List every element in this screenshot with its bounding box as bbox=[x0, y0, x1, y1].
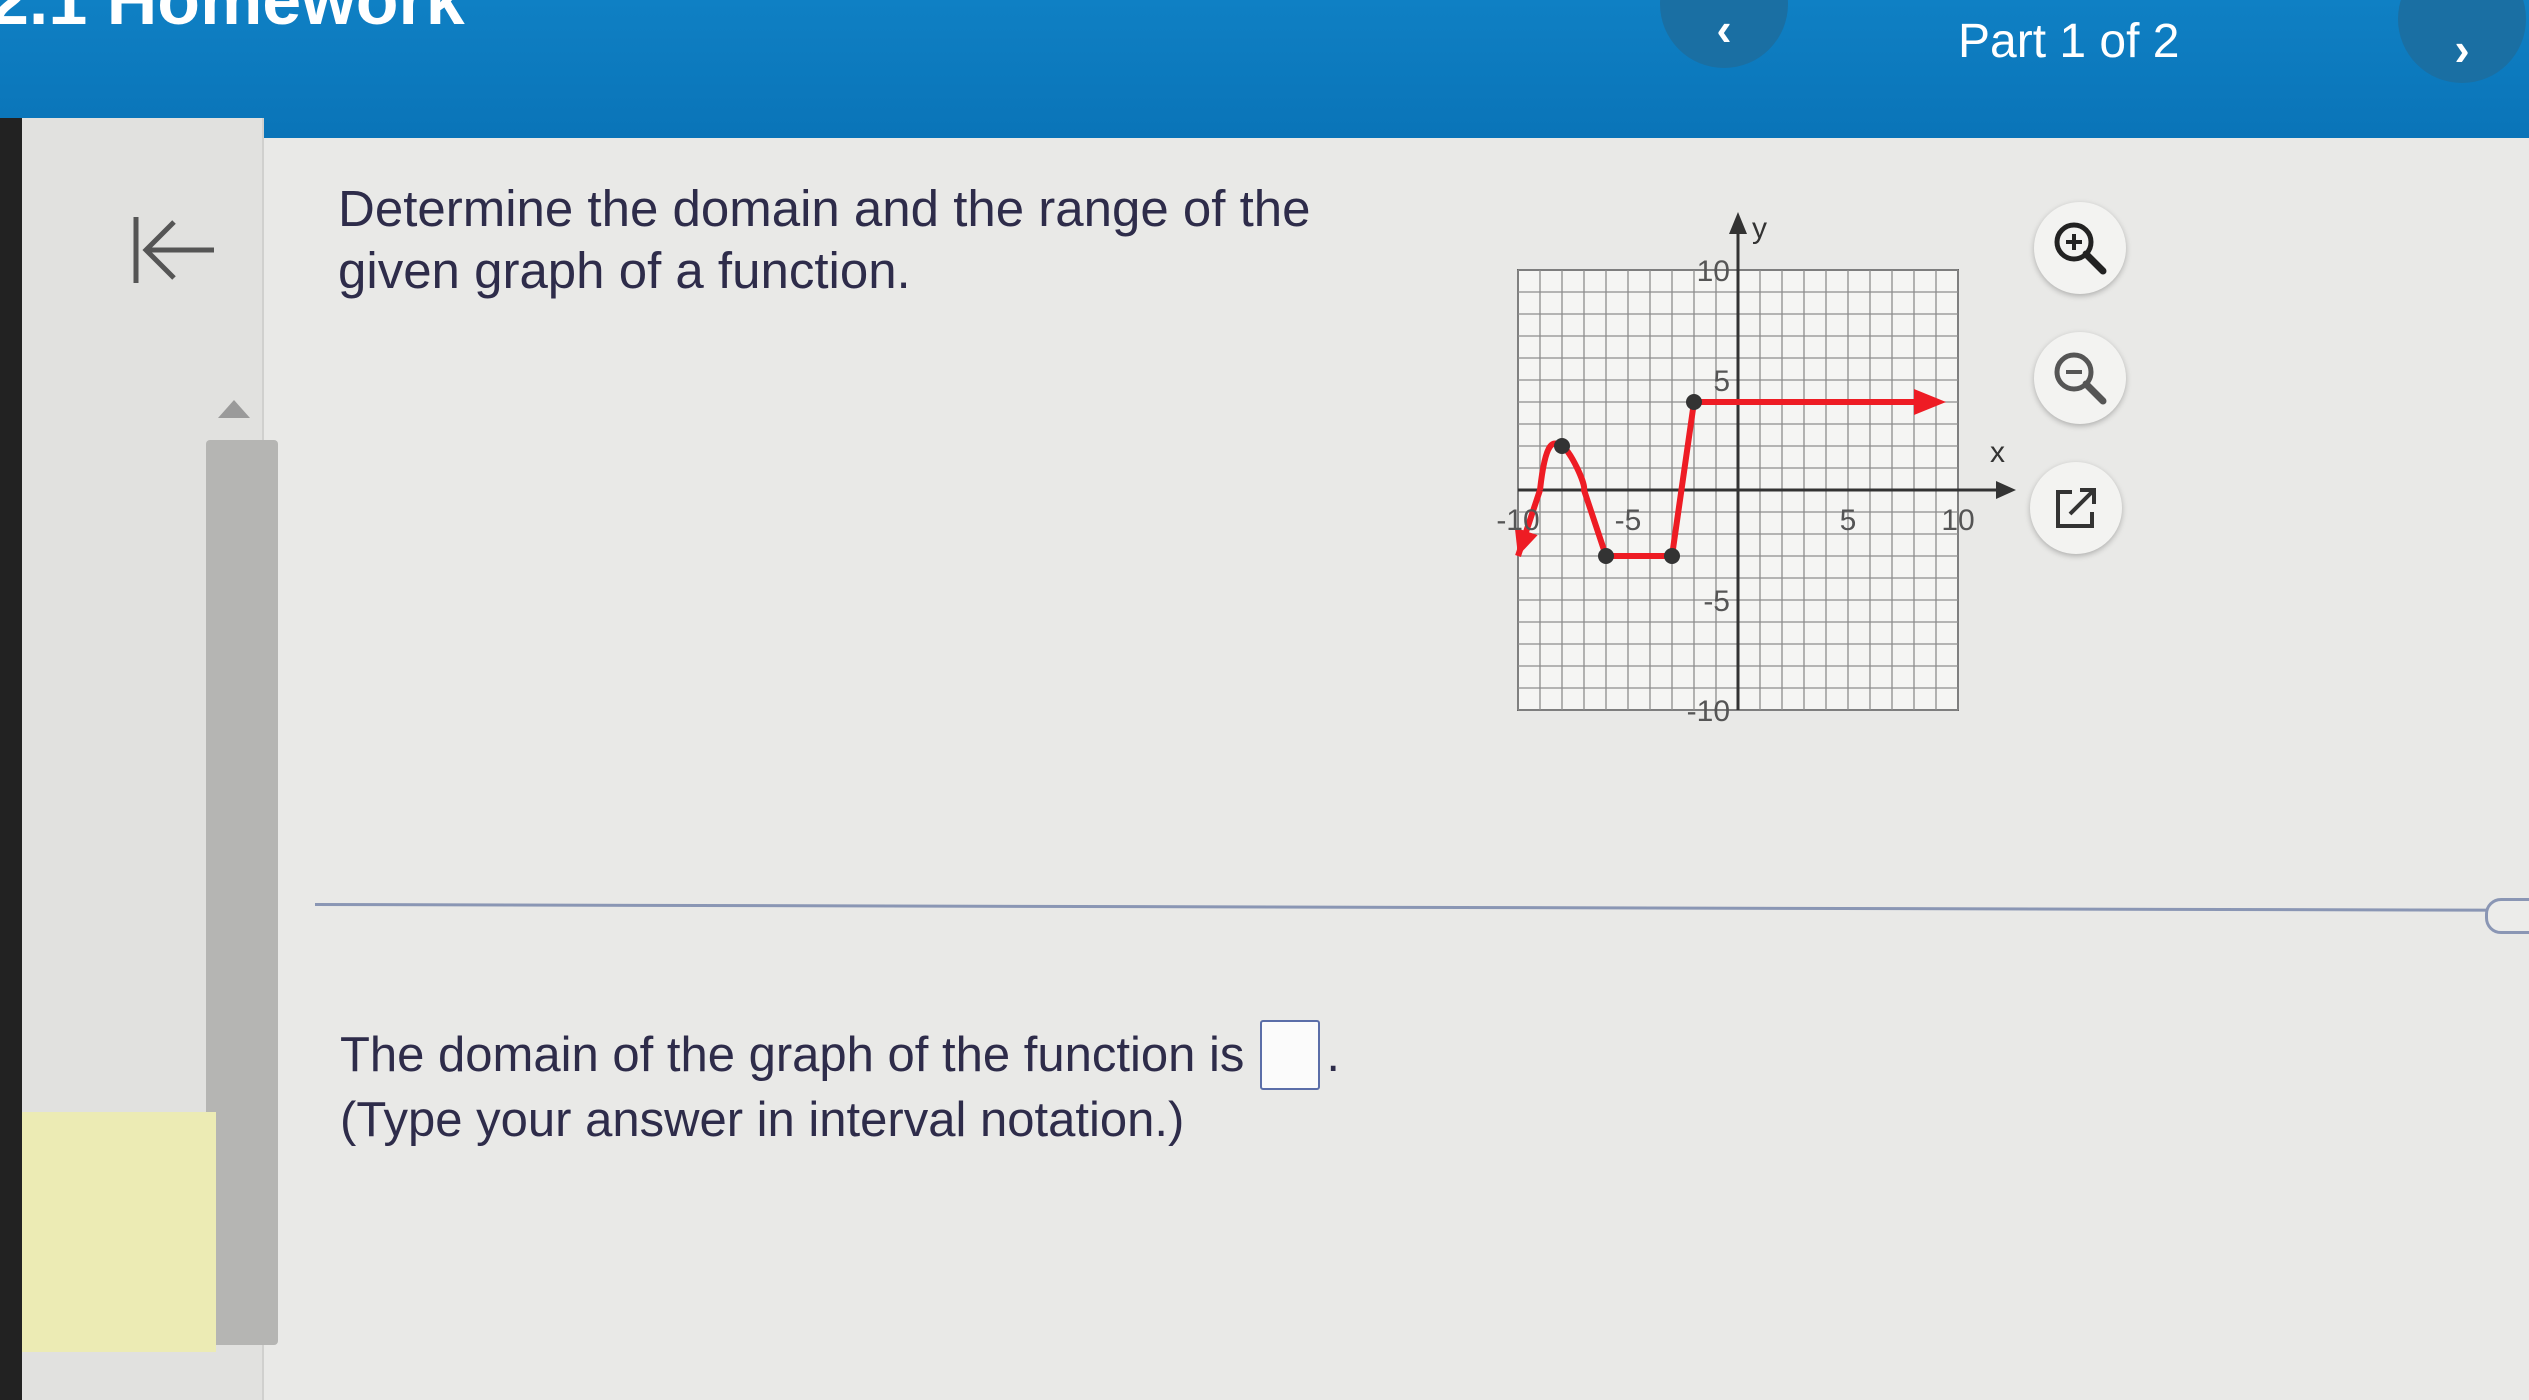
zoom-in-button[interactable] bbox=[2034, 202, 2126, 294]
y-tick-label: 10 bbox=[1697, 255, 1730, 288]
popout-button[interactable] bbox=[2030, 462, 2122, 554]
top-bar: 2.1 Homework ‹ Part 1 of 2 › bbox=[0, 0, 2529, 138]
y-tick-label: -5 bbox=[1703, 585, 1730, 618]
x-tick-label: 5 bbox=[1840, 504, 1857, 537]
curve-point bbox=[1686, 394, 1702, 410]
question-text: Determine the domain and the range of th… bbox=[338, 180, 1311, 299]
chevron-left-icon: ‹ bbox=[1716, 3, 1732, 55]
section-divider bbox=[314, 903, 2529, 912]
y-axis-label: y bbox=[1752, 212, 1767, 245]
next-question-button[interactable]: › bbox=[2398, 0, 2526, 83]
curve-point bbox=[1598, 548, 1614, 564]
external-link-icon bbox=[2056, 488, 2096, 528]
zoom-out-icon bbox=[2054, 352, 2107, 405]
zoom-in-icon bbox=[2054, 222, 2107, 275]
y-axis-arrow-icon bbox=[1729, 212, 1747, 234]
assignment-title: 2.1 Homework bbox=[0, 0, 465, 39]
divider-handle[interactable] bbox=[2485, 898, 2529, 934]
x-tick-label: -5 bbox=[1615, 504, 1642, 537]
chevron-right-icon: › bbox=[2454, 23, 2470, 75]
left-edge bbox=[0, 118, 22, 1400]
domain-answer-input[interactable] bbox=[1260, 1020, 1321, 1090]
function-graph: x y -10 -5 5 10 10 5 -5 -10 bbox=[1496, 212, 2016, 728]
zoom-out-button[interactable] bbox=[2034, 332, 2126, 424]
y-tick-label: -10 bbox=[1687, 695, 1730, 728]
x-tick-label: 10 bbox=[1941, 504, 1974, 537]
x-tick-label: -10 bbox=[1496, 504, 1539, 537]
curve-point bbox=[1664, 548, 1680, 564]
answer-prompt: The domain of the graph of the function … bbox=[340, 1028, 1245, 1082]
answer-prompt-line: The domain of the graph of the function … bbox=[340, 1020, 1340, 1090]
answer-suffix: . bbox=[1326, 1028, 1340, 1082]
x-axis-arrow-icon bbox=[1996, 481, 2016, 499]
answer-hint: (Type your answer in interval notation.) bbox=[340, 1093, 1185, 1147]
part-indicator: Part 1 of 2 bbox=[1958, 15, 2180, 68]
scroll-up-arrow-icon[interactable] bbox=[218, 400, 250, 418]
highlight-block bbox=[22, 1112, 216, 1352]
collapse-panel-icon[interactable] bbox=[122, 205, 222, 295]
x-axis-label: x bbox=[1990, 436, 2005, 469]
previous-question-button[interactable]: ‹ bbox=[1660, 0, 1788, 68]
scrollbar-track[interactable] bbox=[206, 440, 278, 1345]
y-tick-label: 5 bbox=[1713, 365, 1730, 398]
curve-point bbox=[1554, 438, 1570, 454]
